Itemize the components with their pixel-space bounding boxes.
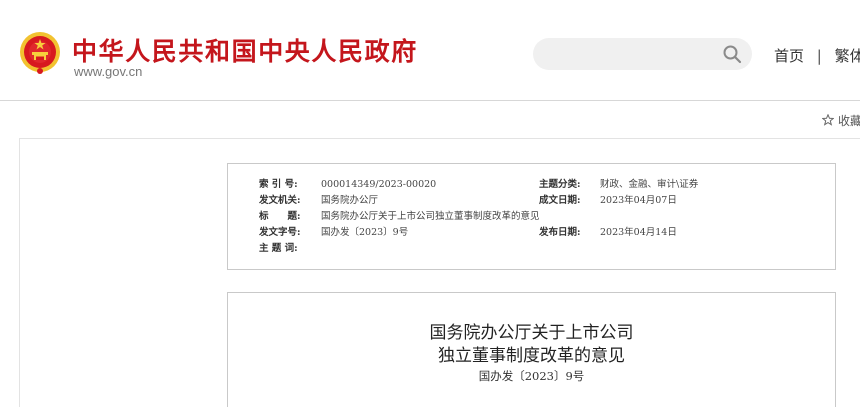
search-box [533,38,752,70]
title-value: 国务院办公厅关于上市公司独立董事制度改革的意见 [321,211,540,222]
site-header: 中华人民共和国中央人民政府 www.gov.cn 首页 | 繁体 [0,0,860,101]
written-date-label: 成文日期: [539,195,581,206]
issuer-label: 发文机关: [259,195,301,206]
nav-traditional-link[interactable]: 繁体 [835,47,860,65]
publish-date-value: 2023年04月14日 [600,227,677,238]
document-title-line1: 国务院办公厅关于上市公司 [429,323,634,343]
star-icon [822,114,834,126]
favorite-button[interactable]: 收藏 [822,112,860,129]
document-number: 国办发〔2023〕9号 [478,369,585,383]
written-date-value: 2023年04月07日 [600,195,677,206]
info-row: 标 题: 国务院办公厅关于上市公司独立董事制度改革的意见 [228,209,835,225]
nav-separator: | [816,47,822,65]
info-row: 索 引 号: 000014349/2023-00020 主题分类: 财政、金融、… [228,177,835,193]
keywords-label: 主 题 词: [259,243,298,254]
doc-number-label: 发文字号: [259,227,301,238]
document-info-table: 索 引 号: 000014349/2023-00020 主题分类: 财政、金融、… [227,163,836,270]
search-input[interactable] [549,38,719,70]
info-row: 主 题 词: [228,241,835,257]
category-label: 主题分类: [539,179,581,190]
info-row: 发文字号: 国办发〔2023〕9号 发布日期: 2023年04月14日 [228,225,835,241]
doc-number-value: 国办发〔2023〕9号 [321,227,409,238]
index-no-label: 索 引 号: [259,179,298,190]
national-emblem-icon[interactable] [19,31,61,77]
favorite-label: 收藏 [838,114,860,128]
top-nav: 首页 | 繁体 [774,45,860,66]
issuer-value: 国务院办公厅 [321,195,379,206]
search-icon[interactable] [722,44,742,64]
site-url[interactable]: www.gov.cn [74,64,142,79]
info-row: 发文机关: 国务院办公厅 成文日期: 2023年04月07日 [228,193,835,209]
title-label: 标 题: [259,211,301,222]
publish-date-label: 发布日期: [539,227,581,238]
index-no-value: 000014349/2023-00020 [321,179,437,190]
site-title[interactable]: 中华人民共和国中央人民政府 [72,32,418,68]
document-title-line2: 独立董事制度改革的意见 [438,346,625,366]
nav-home-link[interactable]: 首页 [774,47,804,65]
category-value: 财政、金融、审计\证券 [600,179,699,190]
